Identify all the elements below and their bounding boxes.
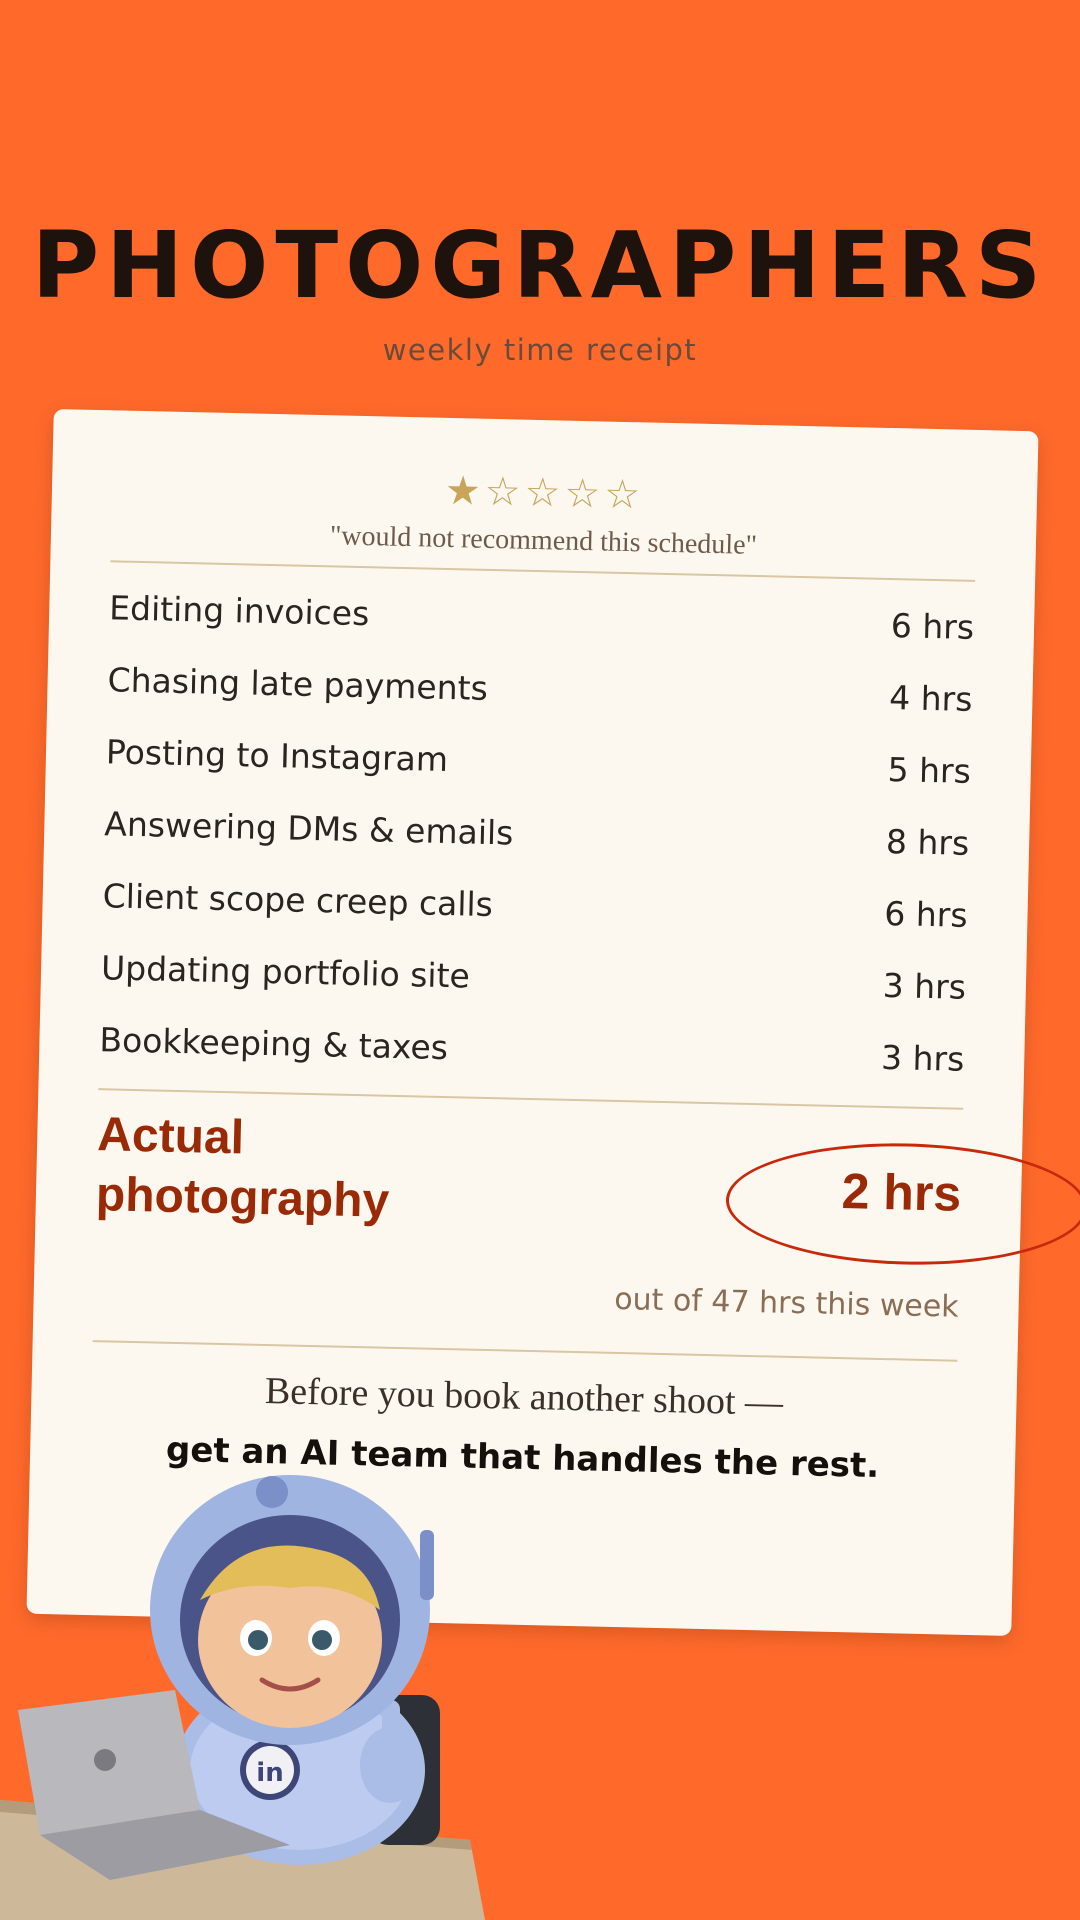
list-item: Posting to Instagram 5 hrs [105, 732, 972, 802]
star-empty-icon: ☆ [524, 470, 565, 516]
total-label-line: Actual [96, 1108, 245, 1165]
star-filled-icon: ★ [444, 468, 486, 514]
item-label: Answering DMs & emails [103, 804, 514, 853]
item-hours: 6 hrs [890, 606, 975, 647]
item-hours: 6 hrs [883, 893, 968, 935]
item-label: Chasing late payments [107, 660, 489, 708]
list-item: Editing invoices 6 hrs [109, 588, 975, 658]
list-item: Updating portfolio site 3 hrs [100, 948, 967, 1018]
apple-logo-icon [94, 1749, 116, 1771]
item-hours: 3 hrs [882, 965, 967, 1007]
cta-lead-in: Before you book another shoot — [264, 1370, 784, 1424]
item-hours: 4 hrs [888, 678, 973, 719]
list-item: Client scope creep calls 6 hrs [102, 876, 968, 946]
item-hours: 5 hrs [887, 749, 972, 791]
list-item: Chasing late payments 4 hrs [107, 660, 973, 730]
item-hours: 3 hrs [880, 1037, 965, 1079]
page-subtitle: weekly time receipt [382, 333, 698, 367]
item-label: Posting to Instagram [105, 732, 449, 780]
star-empty-icon: ☆ [603, 472, 645, 518]
star-empty-icon: ☆ [563, 471, 605, 517]
list-item: Bookkeeping & taxes 3 hrs [99, 1020, 965, 1090]
total-hours: 2 hrs [841, 1163, 962, 1222]
page-title: PHOTOGRAPHERS [31, 212, 1049, 319]
total-label: Actual photography [95, 1105, 518, 1234]
item-hours: 8 hrs [885, 821, 970, 863]
item-label: Updating portfolio site [100, 948, 471, 996]
divider [92, 1340, 958, 1362]
total-label-line: photography [95, 1168, 390, 1228]
weekly-summary: out of 47 hrs this week [613, 1281, 960, 1325]
item-label: Bookkeeping & taxes [99, 1020, 449, 1068]
item-label: Editing invoices [108, 588, 370, 634]
divider [98, 1088, 964, 1110]
receipt-card: ★☆☆☆☆ "would not recommend this schedule… [26, 408, 1080, 1637]
star-empty-icon: ☆ [484, 469, 526, 515]
badge-label: in [256, 1758, 283, 1788]
list-item: Answering DMs & emails 8 hrs [104, 804, 970, 874]
astronaut-mascot: in [0, 1475, 485, 1920]
item-label: Client scope creep calls [102, 876, 494, 925]
